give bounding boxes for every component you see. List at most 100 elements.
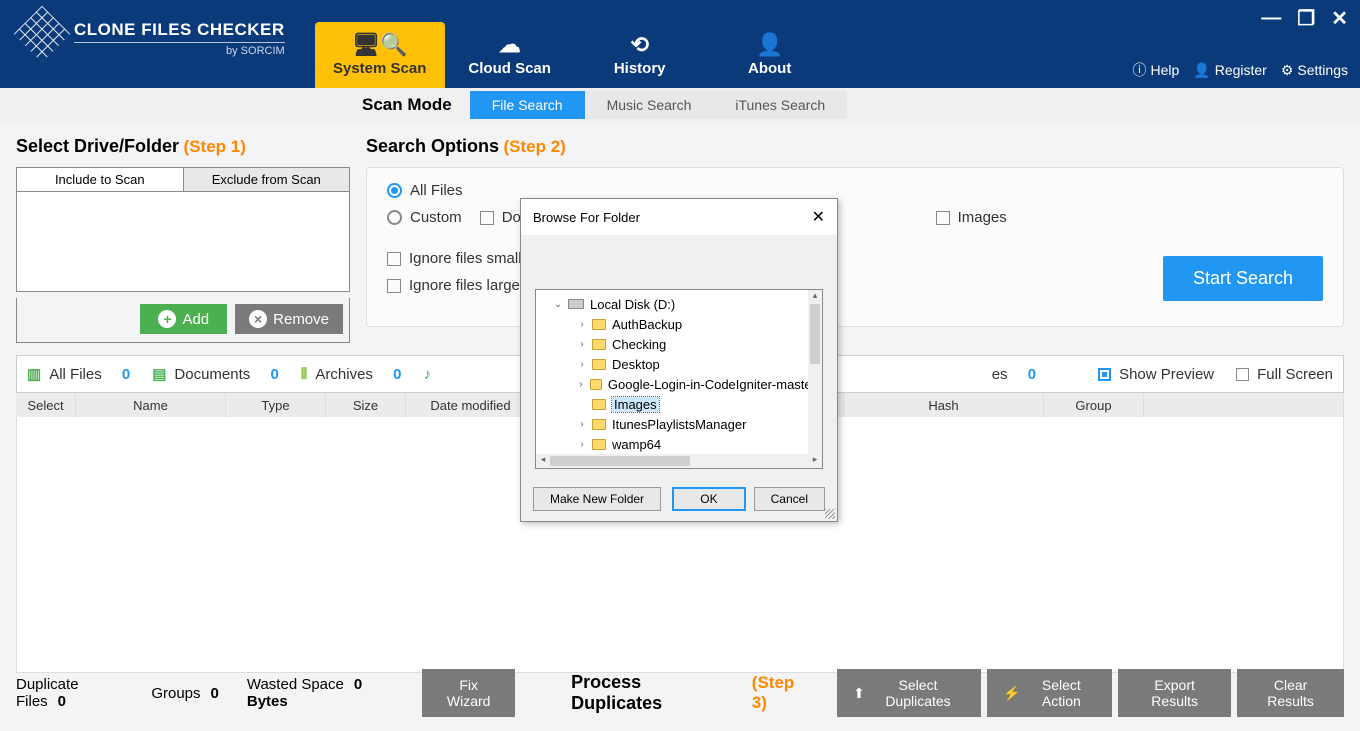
scroll-thumb[interactable] [810,304,820,364]
scroll-up-icon[interactable]: ▴ [808,290,822,304]
filter-all-files[interactable]: ▥All Files 0 [27,365,130,383]
col-size[interactable]: Size [326,393,406,417]
tree-folder[interactable]: ›ItunesPlaylistsManager [542,414,816,434]
tab-include[interactable]: Include to Scan [17,168,183,191]
tree-folder[interactable]: ›wamp64 [542,434,816,454]
app-title: CLONE FILES CHECKER [74,20,285,43]
tab-exclude[interactable]: Exclude from Scan [183,168,350,191]
radio-icon [387,183,402,198]
scan-mode-file[interactable]: File Search [470,91,585,119]
ok-button[interactable]: OK [672,487,745,511]
folder-icon [590,379,602,390]
nav-tabs: 🖥🔍 System Scan ☁ Cloud Scan ⟲ History 👤 … [315,0,835,88]
col-hash[interactable]: Hash [844,393,1044,417]
step3-label: (Step 3) [752,673,809,713]
logo-area: CLONE FILES CHECKER by SORCIM [0,0,303,57]
search-options-box: All Files Custom Documents Images Ignore… [366,167,1344,327]
tab-about[interactable]: 👤 About [705,22,835,88]
filter-archives[interactable]: ⦀Archives 0 [301,366,402,383]
remove-button[interactable]: ×Remove [235,304,343,334]
add-remove-buttons: +Add ×Remove [16,298,350,343]
scroll-right-icon[interactable]: ▸ [808,454,822,468]
tree-folder[interactable]: ›Desktop [542,354,816,374]
folder-tree[interactable]: ⌄ Local Disk (D:) ›AuthBackup›Checking›D… [535,289,823,469]
full-screen-toggle[interactable]: Full Screen [1236,366,1333,383]
footer: Duplicate Files0 Groups0 Wasted Space0 B… [0,669,1360,717]
left-pane: Select Drive/Folder (Step 1) Include to … [16,136,350,343]
select-duplicates-button[interactable]: ⬆Select Duplicates [837,669,981,717]
tree-scrollbar-horizontal[interactable]: ◂ ▸ [536,454,822,468]
checkbox-icon [387,279,401,293]
option-custom[interactable]: Custom [387,209,462,226]
checkbox-icon [1236,368,1249,381]
expand-icon[interactable]: › [576,359,588,370]
register-link[interactable]: 👤Register [1193,62,1267,79]
filter-documents[interactable]: ▤Documents 0 [152,365,279,383]
tree-drive[interactable]: ⌄ Local Disk (D:) [542,294,816,314]
tree-scrollbar-vertical[interactable]: ▴ [808,290,822,454]
expand-icon[interactable]: › [576,319,588,330]
option-images[interactable]: Images [936,209,1007,226]
export-results-button[interactable]: Export Results [1118,669,1231,717]
show-preview-toggle[interactable]: Show Preview [1098,366,1214,383]
scan-mode-bar: Scan Mode File Search Music Search iTune… [0,88,1360,122]
col-date-modified[interactable]: Date modified [406,393,536,417]
select-action-button[interactable]: ⚡Select Action [987,669,1112,717]
collapse-icon[interactable]: ⌄ [552,299,564,310]
tab-label: Cloud Scan [468,60,551,77]
plus-icon: + [158,310,176,328]
scan-folder-list[interactable] [16,192,350,292]
tab-system-scan[interactable]: 🖥🔍 System Scan [315,22,445,88]
col-group[interactable]: Group [1044,393,1144,417]
dialog-titlebar[interactable]: Browse For Folder ✕ [521,199,837,235]
scan-mode-label: Scan Mode [362,95,452,115]
scan-mode-music[interactable]: Music Search [585,91,714,119]
maximize-button[interactable]: ❐ [1293,4,1319,33]
tab-cloud-scan[interactable]: ☁ Cloud Scan [445,22,575,88]
option-all-files[interactable]: All Files [387,182,1323,199]
checkbox-icon [387,252,401,266]
tree-folder[interactable]: ›Checking [542,334,816,354]
expand-icon[interactable]: › [576,419,588,430]
col-select[interactable]: Select [16,393,76,417]
tab-history[interactable]: ⟲ History [575,22,705,88]
tree-folder[interactable]: Images [542,394,816,414]
dialog-close-button[interactable]: ✕ [812,207,825,227]
filter-music[interactable]: ♪ [423,366,431,383]
folder-icon [592,319,606,330]
col-type[interactable]: Type [226,393,326,417]
expand-icon[interactable]: › [576,439,588,450]
minimize-button[interactable]: — [1257,5,1285,32]
archives-icon: ⦀ [301,366,308,383]
cloud-scan-icon: ☁ [499,34,521,56]
drive-icon [568,299,584,309]
cancel-button[interactable]: Cancel [754,487,825,511]
fix-wizard-button[interactable]: Fix Wizard [422,669,515,717]
start-search-button[interactable]: Start Search [1163,256,1323,301]
right-pane: Search Options (Step 2) All Files Custom… [366,136,1344,343]
radio-icon [387,210,402,225]
make-new-folder-button[interactable]: Make New Folder [533,487,661,511]
clear-results-button[interactable]: Clear Results [1237,669,1344,717]
filter-es[interactable]: es 0 [992,366,1036,383]
close-button[interactable]: ✕ [1327,4,1352,33]
col-name[interactable]: Name [76,393,226,417]
scan-mode-itunes[interactable]: iTunes Search [713,91,847,119]
tree-folder[interactable]: ›Google-Login-in-CodeIgniter-master [542,374,816,394]
documents-icon: ▤ [152,365,166,383]
help-link[interactable]: ⓘHelp [1132,60,1179,80]
resize-handle[interactable] [825,509,835,519]
add-button[interactable]: +Add [140,304,227,334]
tree-folder[interactable]: ›AuthBackup [542,314,816,334]
tab-label: About [748,60,791,77]
app-subtitle: by SORCIM [74,45,285,57]
expand-icon[interactable]: › [576,379,586,390]
scroll-thumb[interactable] [550,456,690,466]
expand-icon[interactable]: › [576,339,588,350]
folder-icon [592,339,606,350]
x-icon: × [249,310,267,328]
settings-link[interactable]: ⚙Settings [1281,62,1348,79]
window-controls: — ❐ ✕ [1257,4,1352,33]
system-scan-icon: 🖥🔍 [352,34,407,56]
scroll-left-icon[interactable]: ◂ [536,454,550,468]
